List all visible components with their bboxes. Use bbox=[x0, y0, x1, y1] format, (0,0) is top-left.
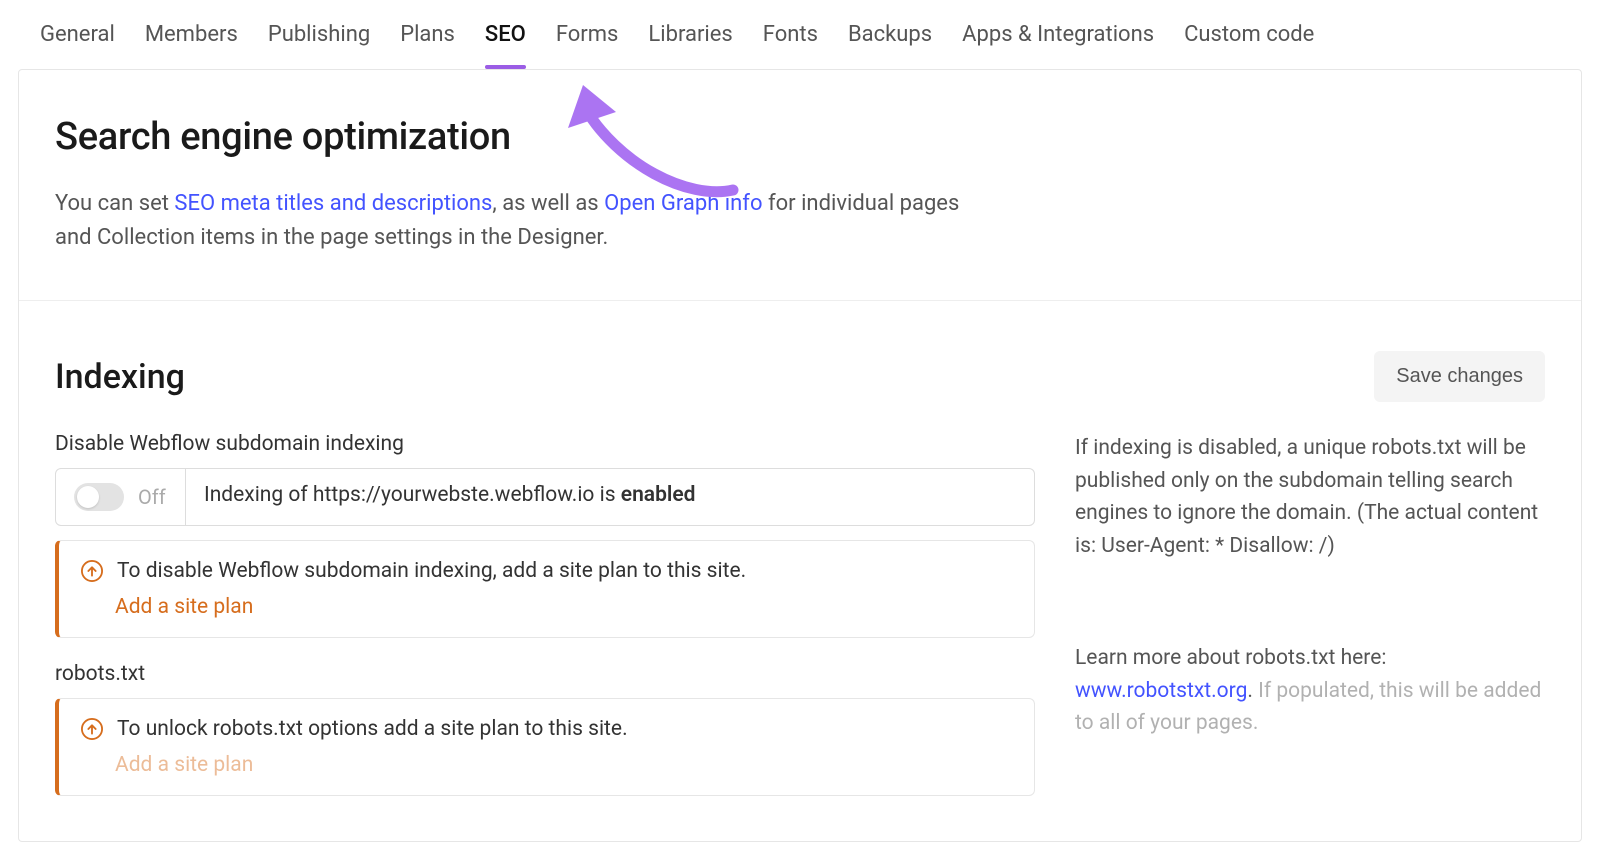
tab-fonts[interactable]: Fonts bbox=[763, 18, 818, 69]
settings-panel: Search engine optimization You can set S… bbox=[18, 69, 1582, 842]
indexing-toggle-row: Off Indexing of https://yourwebste.webfl… bbox=[55, 468, 1035, 526]
robots-help-prefix: Learn more about robots.txt here: bbox=[1075, 646, 1386, 670]
settings-tabs: General Members Publishing Plans SEO For… bbox=[0, 0, 1600, 69]
seo-header-section: Search engine optimization You can set S… bbox=[19, 70, 1581, 301]
tab-forms[interactable]: Forms bbox=[556, 18, 619, 69]
indexing-title: Indexing bbox=[55, 357, 185, 397]
indexing-help-text: If indexing is disabled, a unique robots… bbox=[1075, 432, 1545, 562]
indexing-status-text: Indexing of https://yourwebste.webflow.i… bbox=[186, 469, 1034, 525]
tab-seo[interactable]: SEO bbox=[485, 18, 526, 69]
robots-txt-label: robots.txt bbox=[55, 662, 1035, 686]
tab-publishing[interactable]: Publishing bbox=[268, 18, 370, 69]
link-seo-meta[interactable]: SEO meta titles and descriptions bbox=[174, 191, 492, 216]
robots-help-dots: . bbox=[1247, 679, 1258, 703]
seo-desc-text: You can set bbox=[55, 191, 174, 216]
upgrade-icon bbox=[81, 560, 103, 582]
add-site-plan-link[interactable]: Add a site plan bbox=[115, 753, 253, 777]
seo-desc-text: , as well as bbox=[492, 191, 604, 216]
warning-robots-txt: To unlock robots.txt options add a site … bbox=[55, 698, 1035, 796]
link-open-graph[interactable]: Open Graph info bbox=[604, 191, 762, 216]
tab-plans[interactable]: Plans bbox=[400, 18, 455, 69]
robots-help-text: Learn more about robots.txt here: www.ro… bbox=[1075, 642, 1545, 740]
warning-disable-indexing: To disable Webflow subdomain indexing, a… bbox=[55, 540, 1035, 638]
upgrade-icon bbox=[81, 718, 103, 740]
robotstxt-link[interactable]: www.robotstxt.org bbox=[1075, 679, 1247, 703]
tab-general[interactable]: General bbox=[40, 18, 115, 69]
save-changes-button[interactable]: Save changes bbox=[1374, 351, 1545, 402]
indexing-status-value: enabled bbox=[621, 483, 696, 507]
tab-backups[interactable]: Backups bbox=[848, 18, 932, 69]
indexing-toggle[interactable] bbox=[74, 483, 124, 511]
tab-custom-code[interactable]: Custom code bbox=[1184, 18, 1314, 69]
warning-text: To unlock robots.txt options add a site … bbox=[117, 717, 628, 741]
page-title: Search engine optimization bbox=[55, 115, 1545, 159]
indexing-status-prefix: Indexing of https://yourwebste.webflow.i… bbox=[204, 483, 621, 507]
indexing-section: Indexing Save changes Disable Webflow su… bbox=[19, 301, 1581, 841]
disable-indexing-label: Disable Webflow subdomain indexing bbox=[55, 432, 1035, 456]
tab-apps-integrations[interactable]: Apps & Integrations bbox=[962, 18, 1154, 69]
indexing-toggle-cell: Off bbox=[56, 469, 186, 525]
tab-libraries[interactable]: Libraries bbox=[648, 18, 732, 69]
tab-members[interactable]: Members bbox=[145, 18, 238, 69]
add-site-plan-link[interactable]: Add a site plan bbox=[115, 595, 253, 619]
seo-description: You can set SEO meta titles and descript… bbox=[55, 187, 995, 255]
toggle-state-label: Off bbox=[138, 485, 166, 509]
warning-text: To disable Webflow subdomain indexing, a… bbox=[117, 559, 746, 583]
